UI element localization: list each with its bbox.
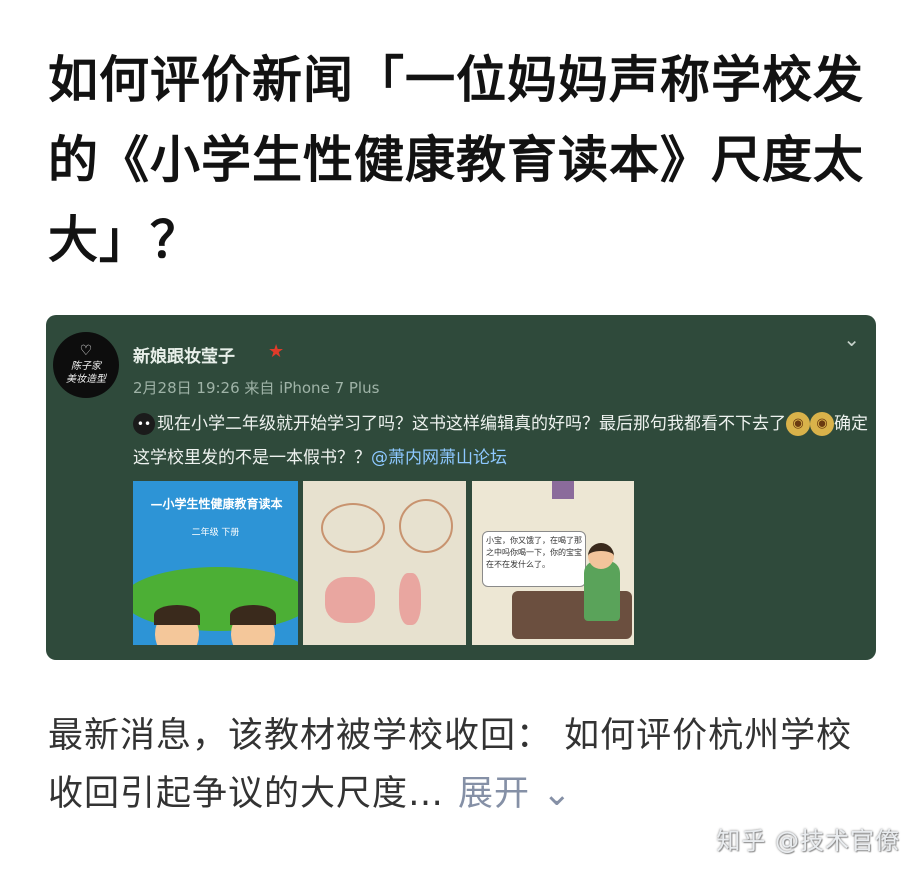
anatomy-diagram-3 bbox=[325, 577, 375, 623]
weibo-screenshot-card: ♡ 陈子家 美妆造型 新娘跟妆莹子 ★ ⌄ 2月28日 19:26 来自 iPh… bbox=[46, 315, 876, 660]
avatar-text-line1: 陈子家 bbox=[71, 360, 101, 372]
avatar: ♡ 陈子家 美妆造型 bbox=[53, 332, 119, 398]
book-grade: 二年级 下册 bbox=[191, 528, 240, 538]
watermark: 知乎 @技术官僚 bbox=[716, 827, 900, 855]
vip-badge-icon: ★ bbox=[268, 341, 285, 362]
anatomy-diagram-2 bbox=[399, 499, 453, 553]
story-page-image: 小宝，你又饿了，在喝了那之中吗你喝一下，你的宝宝在不在发什么了。 bbox=[472, 481, 634, 645]
book-cover-image: —小学生性健康教育读本 二年级 下册 bbox=[133, 481, 298, 645]
book-title: —小学生性健康教育读本 bbox=[150, 497, 283, 511]
woman-figure bbox=[584, 561, 620, 621]
post-text: •• 现在小学二年级就开始学习了吗？这书这样编辑真的好吗？最后那句我都看不下去了 ◉… bbox=[133, 407, 873, 475]
child-hair-right bbox=[230, 605, 276, 625]
woman-head bbox=[588, 543, 614, 569]
chevron-down-icon: ⌄ bbox=[542, 774, 573, 814]
expand-button[interactable]: 展开 ⌄ bbox=[458, 774, 572, 814]
anatomy-diagram-4 bbox=[399, 573, 421, 625]
answer-excerpt[interactable]: 最新消息，该教材被学校收回： 如何评价杭州学校收回引起争议的大尺度… 展开 ⌄ bbox=[48, 707, 868, 823]
anatomy-page-image bbox=[303, 481, 466, 645]
shock-emoji-icon-2: ◉ bbox=[810, 412, 834, 436]
post-text-a: 现在小学二年级就开始学习了吗？这书这样编辑真的好吗？最后那句我都看不下去了 bbox=[157, 414, 786, 434]
question-title[interactable]: 如何评价新闻「一位妈妈声称学校发的《小学生性健康教育读本》尺度太大」？ bbox=[48, 40, 878, 280]
eyes-emoji-icon: •• bbox=[133, 413, 155, 435]
chevron-down-icon: ⌄ bbox=[843, 327, 860, 351]
heart-icon: ♡ bbox=[79, 342, 93, 359]
figure-legs bbox=[552, 481, 574, 499]
mention-link: @萧内网萧山论坛 bbox=[371, 448, 507, 468]
post-meta: 2月28日 19:26 来自 iPhone 7 Plus bbox=[133, 379, 380, 397]
anatomy-diagram-1 bbox=[321, 503, 385, 553]
answer-excerpt-text: 最新消息，该教材被学校收回： 如何评价杭州学校收回引起争议的大尺度… bbox=[48, 716, 853, 814]
weibo-username: 新娘跟妆莹子 bbox=[133, 347, 235, 367]
speech-bubble: 小宝，你又饿了，在喝了那之中吗你喝一下，你的宝宝在不在发什么了。 bbox=[482, 531, 586, 587]
child-hair-left bbox=[154, 605, 200, 625]
avatar-text-line2: 美妆造型 bbox=[66, 373, 106, 385]
shock-emoji-icon: ◉ bbox=[786, 412, 810, 436]
expand-label: 展开 bbox=[458, 774, 531, 814]
